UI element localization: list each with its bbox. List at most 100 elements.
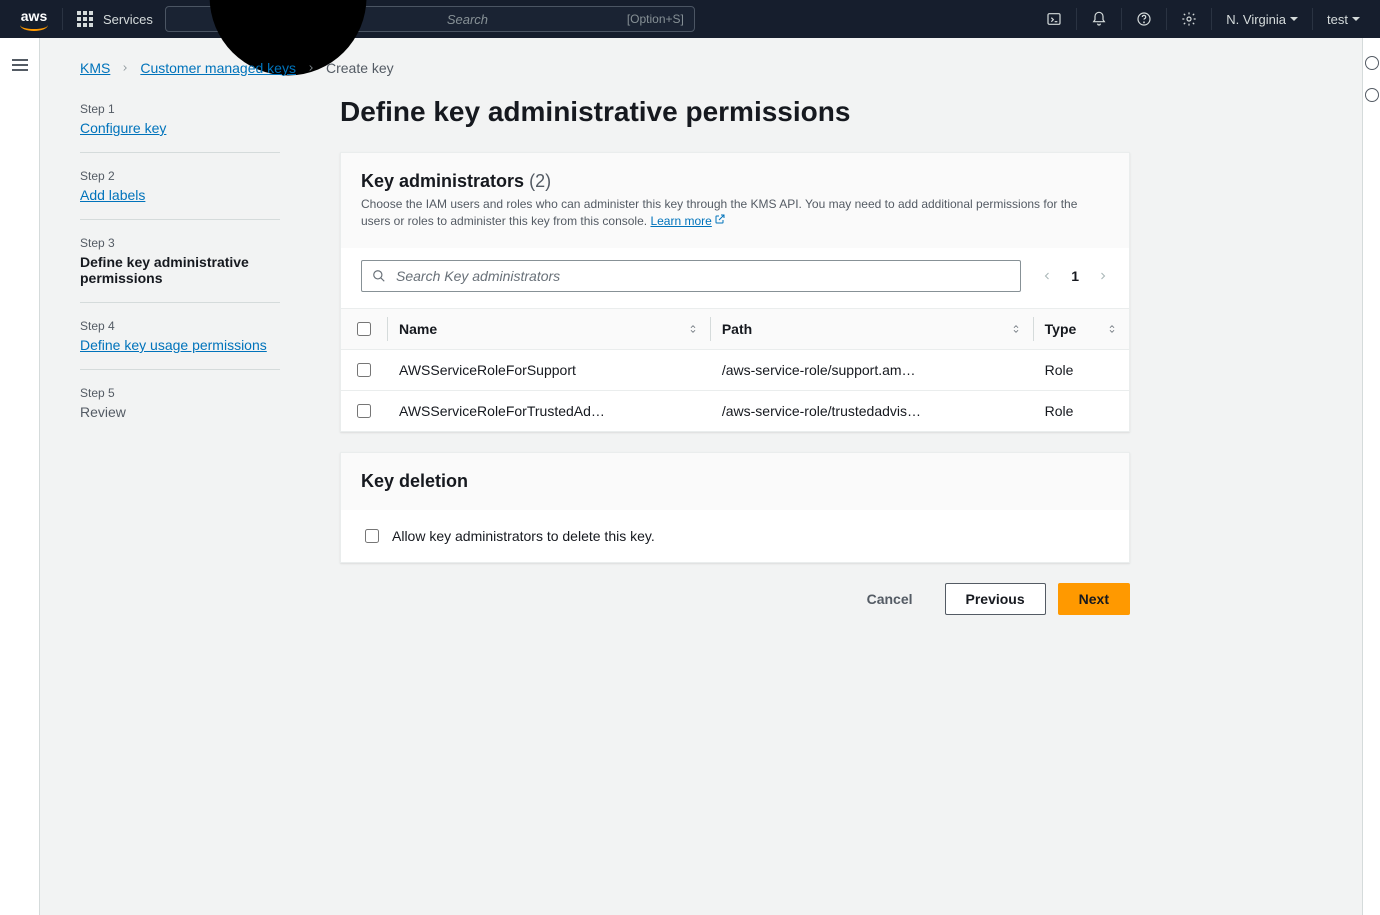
- account-label: test: [1327, 12, 1348, 27]
- filter-row: 1: [341, 248, 1129, 308]
- top-nav: aws Services [Option+S] N. Virginia test: [0, 0, 1380, 38]
- search-icon: [372, 269, 386, 283]
- table-header-row: Name Path Type: [341, 309, 1129, 350]
- content: Step 1 Configure key Step 2 Add labels S…: [40, 76, 1362, 655]
- key-admins-count: (2): [529, 171, 551, 191]
- info-icon[interactable]: [1365, 56, 1379, 70]
- key-deletion-panel: Key deletion Allow key administrators to…: [340, 452, 1130, 563]
- breadcrumb-current: Create key: [326, 60, 394, 76]
- previous-button[interactable]: Previous: [945, 583, 1046, 615]
- breadcrumb: KMS Customer managed keys Create key: [80, 38, 1322, 76]
- search-shortcut: [Option+S]: [627, 12, 684, 26]
- cell-path: /aws-service-role/trustedadvis…: [710, 391, 1033, 432]
- region-selector[interactable]: N. Virginia: [1214, 0, 1310, 38]
- select-all-header: [341, 309, 387, 350]
- allow-delete-label: Allow key administrators to delete this …: [392, 528, 655, 544]
- wizard-step-label: Step 5: [80, 386, 280, 400]
- row-checkbox[interactable]: [357, 404, 371, 418]
- left-rail: [0, 38, 40, 915]
- column-name[interactable]: Name: [387, 309, 710, 350]
- sort-icon: [688, 321, 698, 337]
- nav-divider: [1166, 8, 1167, 30]
- wizard-nav: Step 1 Configure key Step 2 Add labels S…: [80, 96, 280, 615]
- side-nav-toggle[interactable]: [12, 56, 28, 915]
- page: Define key administrative permissions Ke…: [340, 96, 1130, 615]
- key-deletion-body: Allow key administrators to delete this …: [341, 510, 1129, 562]
- cell-path: /aws-service-role/support.am…: [710, 350, 1033, 391]
- global-search[interactable]: [Option+S]: [165, 6, 695, 32]
- grid-icon: [77, 11, 93, 27]
- table-row: AWSServiceRoleForSupport /aws-service-ro…: [341, 350, 1129, 391]
- app-shell: KMS Customer managed keys Create key Ste…: [0, 38, 1380, 915]
- cancel-button[interactable]: Cancel: [847, 583, 933, 615]
- key-admins-panel: Key administrators (2) Choose the IAM us…: [340, 152, 1130, 432]
- external-link-icon: [714, 213, 726, 230]
- next-button[interactable]: Next: [1058, 583, 1130, 615]
- column-path[interactable]: Path: [710, 309, 1033, 350]
- wizard-step-5: Step 5 Review: [80, 370, 280, 436]
- wizard-step-title: Define key usage permissions: [80, 337, 280, 353]
- services-label: Services: [103, 12, 153, 27]
- region-label: N. Virginia: [1226, 12, 1286, 27]
- key-admins-header: Key administrators (2) Choose the IAM us…: [341, 153, 1129, 248]
- aws-logo[interactable]: aws: [8, 0, 60, 38]
- key-admins-search[interactable]: [361, 260, 1021, 292]
- wizard-step-label: Step 2: [80, 169, 280, 183]
- right-rail: [1362, 38, 1380, 915]
- pagination: 1: [1041, 268, 1109, 284]
- sort-icon: [1107, 321, 1117, 337]
- wizard-step-1[interactable]: Step 1 Configure key: [80, 96, 280, 153]
- wizard-step-title: Define key administrative permissions: [80, 254, 280, 286]
- settings-button[interactable]: [1169, 0, 1209, 38]
- wizard-buttons: Cancel Previous Next: [340, 583, 1130, 615]
- services-menu[interactable]: Services: [65, 0, 165, 38]
- notifications-button[interactable]: [1079, 0, 1119, 38]
- wizard-step-title: Review: [80, 404, 280, 420]
- account-selector[interactable]: test: [1315, 0, 1372, 38]
- main-area: KMS Customer managed keys Create key Ste…: [40, 38, 1362, 915]
- breadcrumb-cmk[interactable]: Customer managed keys: [140, 60, 296, 76]
- caret-down-icon: [1352, 17, 1360, 21]
- key-deletion-header: Key deletion: [341, 453, 1129, 510]
- allow-delete-checkbox[interactable]: [365, 529, 379, 543]
- help-button[interactable]: [1124, 0, 1164, 38]
- nav-divider: [62, 8, 63, 30]
- wizard-step-3: Step 3 Define key administrative permiss…: [80, 220, 280, 303]
- table-row: AWSServiceRoleForTrustedAd… /aws-service…: [341, 391, 1129, 432]
- key-admins-search-input[interactable]: [394, 267, 1010, 285]
- sort-icon: [1011, 321, 1021, 337]
- wizard-step-title: Add labels: [80, 187, 280, 203]
- wizard-step-4[interactable]: Step 4 Define key usage permissions: [80, 303, 280, 370]
- wizard-step-label: Step 1: [80, 102, 280, 116]
- chevron-right-icon: [120, 60, 130, 76]
- nav-divider: [1211, 8, 1212, 30]
- page-title: Define key administrative permissions: [340, 96, 1130, 128]
- wizard-step-2[interactable]: Step 2 Add labels: [80, 153, 280, 220]
- key-admins-description: Choose the IAM users and roles who can a…: [361, 196, 1109, 230]
- gear-icon[interactable]: [1365, 88, 1379, 102]
- row-checkbox[interactable]: [357, 363, 371, 377]
- cell-type: Role: [1033, 350, 1129, 391]
- key-admins-heading: Key administrators: [361, 171, 524, 191]
- page-prev-button[interactable]: [1041, 270, 1053, 282]
- cloudshell-button[interactable]: [1034, 0, 1074, 38]
- caret-down-icon: [1290, 17, 1298, 21]
- wizard-step-label: Step 3: [80, 236, 280, 250]
- global-search-input[interactable]: [445, 11, 627, 28]
- column-type[interactable]: Type: [1033, 309, 1129, 350]
- cell-name: AWSServiceRoleForSupport: [387, 350, 710, 391]
- wizard-step-title: Configure key: [80, 120, 280, 136]
- breadcrumb-kms[interactable]: KMS: [80, 60, 110, 76]
- page-next-button[interactable]: [1097, 270, 1109, 282]
- select-all-checkbox[interactable]: [357, 322, 371, 336]
- key-deletion-heading: Key deletion: [361, 471, 468, 491]
- cell-type: Role: [1033, 391, 1129, 432]
- page-number: 1: [1071, 268, 1079, 284]
- wizard-step-label: Step 4: [80, 319, 280, 333]
- allow-delete-row[interactable]: Allow key administrators to delete this …: [361, 526, 1109, 546]
- nav-divider: [1076, 8, 1077, 30]
- cell-name: AWSServiceRoleForTrustedAd…: [387, 391, 710, 432]
- chevron-right-icon: [306, 60, 316, 76]
- learn-more-link[interactable]: Learn more: [650, 214, 711, 228]
- nav-divider: [1121, 8, 1122, 30]
